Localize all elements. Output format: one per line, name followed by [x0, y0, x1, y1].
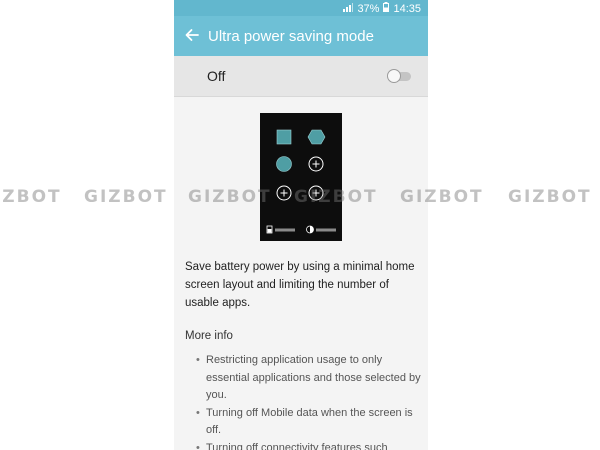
switch-label: Off [207, 68, 226, 84]
data-usage-bar [316, 228, 336, 232]
list-item: Turning off connectivity features such [196, 440, 421, 450]
data-usage-icon [306, 225, 314, 234]
more-info-list: Restricting application usage to only es… [196, 352, 421, 450]
battery-status-icon [266, 225, 273, 234]
app-bar: Ultra power saving mode [174, 16, 428, 56]
circle-app-icon [276, 156, 292, 172]
more-info-heading: More info [185, 330, 233, 342]
power-saving-toggle[interactable] [387, 69, 413, 83]
add-app-icon [308, 156, 324, 172]
page-title: Ultra power saving mode [208, 28, 374, 45]
clock: 14:35 [393, 2, 421, 15]
watermark-text: GIZBOT [0, 187, 62, 207]
battery-percent: 37% [357, 2, 380, 15]
add-app-icon [276, 185, 292, 201]
watermark-text: GIZBOT [84, 187, 168, 207]
square-app-icon [276, 129, 292, 145]
toggle-knob [387, 69, 401, 83]
phone-screen: 37% 14:35 Ultra power saving mode Off Sa… [174, 0, 428, 450]
home-screen-preview [260, 113, 342, 241]
hexagon-app-icon [307, 129, 326, 145]
battery-icon [383, 2, 390, 15]
list-item: Restricting application usage to only es… [196, 352, 421, 405]
list-item: Turning off Mobile data when the screen … [196, 405, 421, 440]
signal-icon [343, 2, 354, 15]
add-app-icon [308, 185, 324, 201]
battery-status-bar [275, 228, 295, 232]
mode-description: Save battery power by using a minimal ho… [185, 261, 415, 309]
watermark-text: GIZBOT [508, 187, 592, 207]
status-bar: 37% 14:35 [174, 0, 428, 16]
master-switch-row[interactable]: Off [174, 56, 428, 97]
back-arrow-icon[interactable] [183, 26, 201, 44]
